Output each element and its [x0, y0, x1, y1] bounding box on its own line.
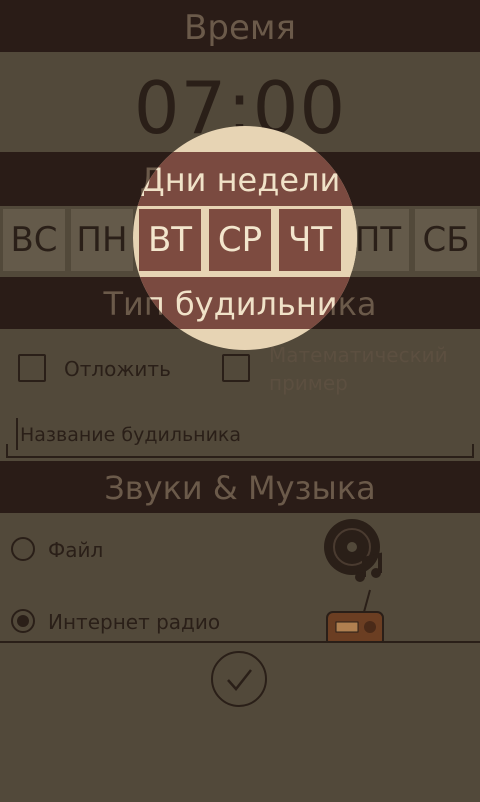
sound-section-title: Звуки & Музыка	[104, 469, 376, 507]
confirm-button[interactable]	[211, 651, 267, 707]
text-cursor	[16, 418, 18, 450]
music-disc-icon[interactable]	[322, 515, 390, 583]
type-section-title-lit: Тип будильника	[133, 285, 357, 323]
internet-radio-label: Интернет радио	[48, 610, 221, 634]
file-label: Файл	[48, 538, 104, 562]
retro-radio-icon[interactable]	[324, 588, 388, 642]
day-wed-lit: СР	[209, 209, 271, 271]
day-fri-lit: ПТ	[347, 209, 357, 271]
math-checkbox[interactable]	[222, 354, 250, 382]
day-mon[interactable]: ПН	[71, 209, 133, 271]
snooze-checkbox[interactable]	[18, 354, 46, 382]
day-thu-lit: ЧТ	[279, 209, 341, 271]
math-label-line2: пример	[269, 371, 348, 395]
days-section-title-lit: Дни недели	[139, 161, 341, 199]
input-right-tick	[472, 444, 474, 456]
radio-selected-dot	[17, 615, 29, 627]
check-icon	[227, 669, 252, 691]
alarm-name-placeholder: Название будильника	[20, 424, 242, 446]
day-sun[interactable]: ВС	[3, 209, 65, 271]
spotlight-content: Дни недели ПН ВТ СР ЧТ ПТ Тип будильника	[133, 126, 357, 350]
day-tue-lit: ВТ	[139, 209, 201, 271]
day-sat[interactable]: СБ	[415, 209, 477, 271]
internet-radio-radio[interactable]	[11, 609, 35, 633]
math-label-line1: Математический	[269, 343, 448, 367]
file-radio[interactable]	[11, 537, 35, 561]
snooze-label: Отложить	[64, 357, 171, 381]
alarm-name-input[interactable]: Название будильника	[6, 416, 474, 458]
input-left-tick	[6, 444, 8, 456]
time-section-title: Время	[184, 8, 296, 48]
